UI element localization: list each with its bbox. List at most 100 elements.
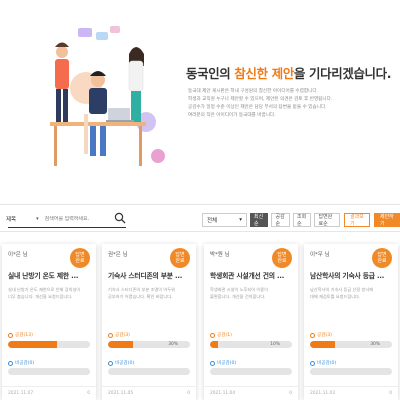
sort-answered-button[interactable]: 답변완료순 [314,212,340,227]
badge-line: 완료 [277,258,287,264]
like-icon [310,332,315,338]
propose-button[interactable]: 제안하기 [373,212,400,227]
card-date: 2021.11.04 [210,391,236,396]
status-select[interactable]: 전체 ▾ [202,212,247,227]
answer-complete-badge: 답변 완료 [70,248,90,268]
card-title: 학생회관 시설개선 건의 ... [210,272,285,280]
dislike-stat: 비공감(0) [108,360,134,366]
badge-line: 완료 [377,258,387,264]
like-icon [8,332,13,338]
card-author: 이*은 님 [8,252,28,258]
card-desc-line: 공부하기 어렵습니다. 확인 바랍니다. [108,294,173,299]
card-desc-line: 대해 재검토를 요청드립니다. [310,294,361,299]
dislike-icon [210,360,215,366]
dislike-label: 비공감(0) [317,361,337,366]
dislike-progress-bar [108,368,190,375]
card-date: 2021.11.02 [310,391,336,396]
filter-group: 전체 ▾ 최신순 공감순 조회순 답변완료순 결과보기 제안하기 [202,212,400,227]
search-underline [8,227,126,228]
hero-desc-line: 여러분의 작은 아이디어가 동국대를 바꿉니다. [188,113,276,118]
dislike-icon [310,360,315,366]
team-illustration [50,26,165,166]
like-icon [108,332,113,338]
dislike-label: 비공감(0) [115,361,135,366]
card-description: 학생회관 시설이 노후되어 이용이 불편합니다. 개선을 건의합니다. [210,286,294,300]
like-label: 공감(1) [217,333,232,338]
like-percent: 30% [168,342,178,347]
card-footer: 2021.11.02 0 [304,386,398,400]
proposal-card[interactable]: 권*은 님 답변 완료 기숙사 스터디존의 부분 ... 기숙사 스터디존의 부분… [102,244,196,400]
like-stat: 공감(3) [310,332,332,338]
card-date: 2021.11.05 [108,391,134,396]
card-author: 이*우 님 [310,252,330,258]
card-author: 권*은 님 [108,252,128,258]
card-description: 남산학사의 기숙사 등급 산정 방식에 대해 재검토를 요청드립니다. [310,286,394,300]
like-stat: 공감(13) [8,332,33,338]
card-desc-line: 기숙사 스터디존의 부분 조명이 어두워 [108,287,175,292]
hero-title-prefix: 동국인의 [186,66,235,81]
card-view-count: 0 [289,391,292,396]
hero-desc-line: 학생과 교직원 누구나 제안할 수 있으며, 제안된 의견은 검토 후 반영됩니… [188,97,333,102]
card-description: 실내 난방기 온도 제한으로 인해 강의실이 너무 춥습니다. 개선을 요청드립… [8,286,92,300]
sort-views-button[interactable]: 조회순 [292,212,312,227]
sort-likes-button[interactable]: 공감순 [271,212,290,227]
answer-complete-badge: 답변 완료 [372,248,392,268]
card-desc-line: 너무 춥습니다. 개선을 요청드립니다. [8,294,73,299]
like-label: 공감(13) [15,333,33,338]
like-progress-bar: 10% [210,341,292,348]
search-field-label: 제목 [6,217,17,223]
like-stat: 공감(1) [210,332,232,338]
like-label: 공감(3) [115,333,130,338]
answer-complete-badge: 답변 완료 [170,248,190,268]
search-input[interactable] [44,216,125,222]
like-percent: 30% [370,342,380,347]
sort-latest-button[interactable]: 최신순 [249,212,269,227]
like-progress-bar: 30% [310,341,392,348]
like-progress-fill [210,341,219,348]
dislike-stat: 비공감(0) [8,360,34,366]
dislike-stat: 비공감(0) [310,360,336,366]
search-icon[interactable] [114,212,126,224]
chevron-down-icon: ▾ [239,216,242,223]
hero-section: 동국인의 참신한 제안을 기다리겠습니다. 동국대 제안 게시판은 학내 구성원… [0,0,400,188]
results-button[interactable]: 결과보기 [343,212,370,227]
hero-title: 동국인의 참신한 제안을 기다리겠습니다. [186,64,396,82]
dislike-progress-bar [210,368,292,375]
card-view-count: 0 [389,391,392,396]
search-filter-bar: 제목 ▾ 전체 ▾ 최신순 공감순 조회순 답변완료순 결과보기 제안하기 [0,204,400,232]
like-progress-bar [8,341,90,348]
search-field-select[interactable]: 제목 ▾ [6,215,39,223]
hero-description: 동국대 제안 게시판은 학내 구성원의 참신한 아이디어를 수렴합니다. 학생과… [188,88,396,120]
card-view-count: 0 [187,391,190,396]
like-progress-fill [108,341,133,348]
like-progress-fill [8,341,58,348]
card-title: 기숙사 스터디존의 부분 ... [108,272,183,280]
like-progress-bar: 30% [108,341,190,348]
like-icon [210,332,215,338]
proposal-card[interactable]: 이*우 님 답변 완료 남산학사의 기숙사 등급 ... 남산학사의 기숙사 등급… [304,244,398,400]
card-desc-line: 불편합니다. 개선을 건의합니다. [210,294,266,299]
badge-line: 완료 [175,258,185,264]
dislike-progress-bar [310,368,392,375]
like-progress-fill [310,341,335,348]
dislike-label: 비공감(0) [217,361,237,366]
dislike-icon [108,360,113,366]
answer-complete-badge: 답변 완료 [272,248,292,268]
like-stat: 공감(3) [108,332,130,338]
badge-line: 완료 [75,258,85,264]
proposal-card[interactable]: 박*원 님 답변 완료 학생회관 시설개선 건의 ... 학생회관 시설이 노후되… [204,244,298,400]
card-desc-line: 학생회관 시설이 노후되어 이용이 [210,287,268,292]
like-percent: 10% [270,342,280,347]
card-desc-line: 실내 난방기 온도 제한으로 인해 강의실이 [8,287,81,292]
proposal-card[interactable]: 이*은 님 답변 완료 실내 난방기 온도 제한 ... 실내 난방기 온도 제한… [2,244,96,400]
card-footer: 2021.11.07 0 [2,386,96,400]
card-title: 실내 난방기 온도 제한 ... [8,272,79,280]
dislike-progress-bar [8,368,90,375]
card-date: 2021.11.07 [8,391,34,396]
card-view-count: 0 [87,391,90,396]
hero-title-suffix: 을 기다리겠습니다. [293,66,392,81]
card-footer: 2021.11.05 0 [102,386,196,400]
chevron-down-icon: ▾ [36,216,39,222]
dislike-label: 비공감(0) [15,361,35,366]
card-description: 기숙사 스터디존의 부분 조명이 어두워 공부하기 어렵습니다. 확인 바랍니다… [108,286,192,300]
